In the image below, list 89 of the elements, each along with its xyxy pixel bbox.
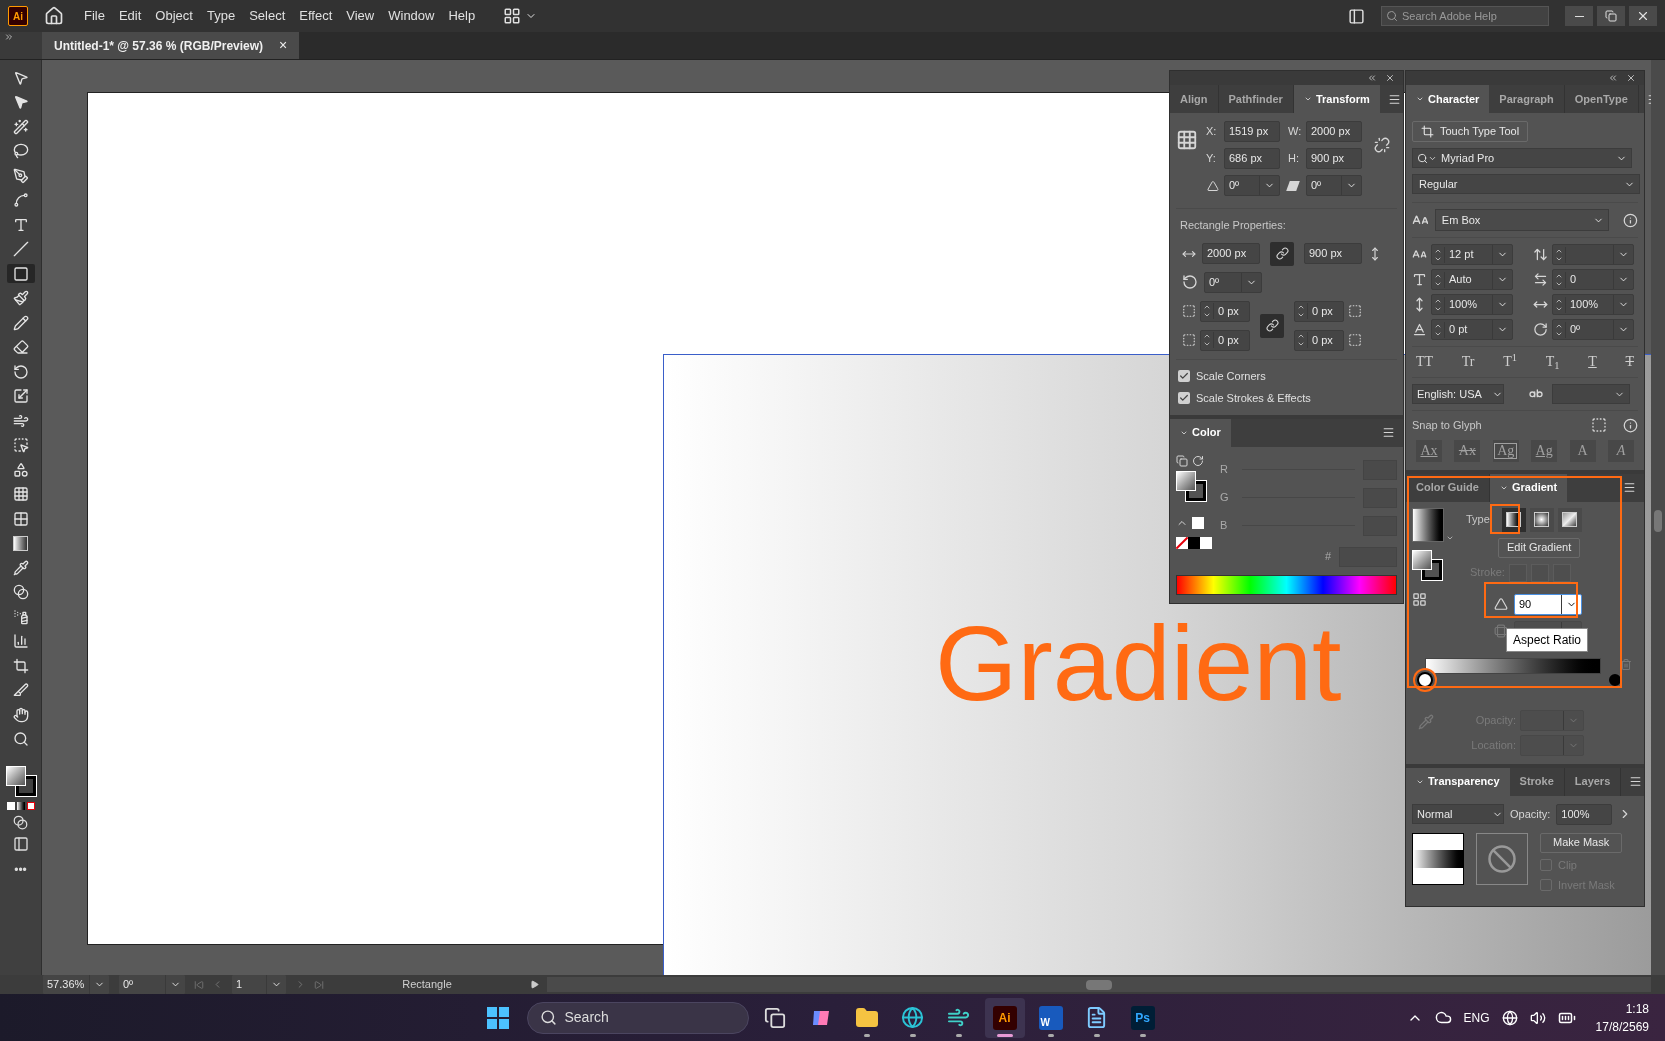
input-field[interactable]: 0º [1552, 319, 1634, 340]
text-style-button[interactable]: T$^{1}$ [1503, 355, 1517, 369]
app-logo: Ai [8, 6, 28, 26]
input-field[interactable]: 2000 px [1202, 243, 1260, 264]
menu-item[interactable]: Effect [299, 6, 333, 26]
input-field[interactable]: 0 pt [1431, 319, 1513, 340]
input-field[interactable]: Auto [1431, 269, 1513, 290]
field-label: Opacity: [1510, 806, 1551, 822]
status-text: Rectangle [401, 977, 453, 993]
input-field[interactable]: 90 [1514, 593, 1582, 615]
input-field[interactable]: 2000 px [1306, 121, 1362, 142]
taskbar-app[interactable]: Ai [984, 997, 1025, 1038]
text-style-button[interactable]: TT [1416, 355, 1434, 369]
panel-tab[interactable]: Transparency [1406, 767, 1510, 796]
menu-item[interactable]: Window [388, 6, 435, 26]
text-style-button[interactable]: Tr [1461, 355, 1475, 369]
em-box-dropdown[interactable]: Em Box [1434, 209, 1610, 231]
channel-label: B [1220, 518, 1229, 534]
panel-tab[interactable]: Paragraph [1489, 85, 1565, 113]
menu-item[interactable]: Help [448, 6, 476, 26]
font-field[interactable]: Myriad Pro [1412, 148, 1632, 168]
input-field[interactable]: 1519 px [1224, 121, 1280, 142]
panel-tab[interactable]: Color [1170, 418, 1231, 447]
channel-label: R [1220, 462, 1229, 478]
input-field[interactable]: 0 [1552, 269, 1634, 290]
input-field[interactable]: 0 px [1294, 329, 1344, 351]
blend-mode-dropdown[interactable]: Normal [1412, 804, 1504, 824]
panel-tab[interactable]: Transform [1293, 85, 1380, 113]
panel-tab[interactable]: Pathfinder [1218, 85, 1294, 113]
input-field[interactable]: 0 px [1200, 329, 1250, 351]
input-field[interactable]: 686 px [1224, 148, 1280, 169]
menu-item[interactable]: View [346, 6, 375, 26]
input-field[interactable]: 0º [1204, 271, 1262, 293]
input-field[interactable]: 900 px [1304, 243, 1362, 264]
document-tab[interactable]: Untitled-1* @ 57.36 % (RGB/Preview) × [42, 32, 300, 59]
make-mask-button[interactable]: Make Mask [1540, 832, 1623, 853]
hex-label: # [1324, 549, 1331, 565]
app-logo: W [1038, 1005, 1063, 1030]
edit-gradient-button[interactable]: Edit Gradient [1498, 537, 1581, 558]
text-style-button[interactable]: T [1588, 355, 1597, 369]
snap-option[interactable]: Ag [1494, 442, 1518, 459]
menu-item[interactable]: Edit [118, 6, 142, 26]
font-style-dropdown[interactable]: Regular [1412, 174, 1640, 194]
panel-tab[interactable]: Color Guide [1406, 473, 1490, 502]
taskbar-app[interactable]: Ps [1122, 997, 1163, 1038]
panel-tab[interactable]: Align [1170, 85, 1219, 113]
text-style-button[interactable]: T [1625, 355, 1634, 369]
input-field[interactable]: 100% [1556, 803, 1613, 825]
channel-label: G [1220, 490, 1230, 506]
menu-item[interactable]: Type [206, 6, 236, 26]
taskbar-app[interactable]: W [1030, 997, 1071, 1038]
panel-tab[interactable]: Gradient [1489, 473, 1568, 502]
tab-close[interactable]: × [279, 35, 288, 56]
checkbox-label: Scale Corners [1196, 368, 1266, 384]
field-label: H: [1288, 151, 1300, 167]
menu-item[interactable]: Select [249, 6, 286, 26]
panel-tab[interactable]: Character [1406, 85, 1490, 113]
panel-tab[interactable]: Layers [1564, 767, 1622, 796]
text-style-button[interactable]: T$_{1}$ [1545, 355, 1560, 369]
input-field[interactable]: 900 px [1306, 148, 1362, 169]
panel-tab[interactable]: Stroke [1509, 767, 1565, 796]
field-label: Y: [1206, 151, 1217, 167]
taskbar-search[interactable]: Search [526, 1001, 749, 1034]
menu-item[interactable]: Object [155, 6, 193, 26]
field-label: W: [1288, 124, 1302, 140]
input-field[interactable]: 0 px [1200, 300, 1250, 322]
language-indicator[interactable]: ENG [1463, 1008, 1490, 1027]
language-dropdown[interactable]: English: USA [1412, 384, 1504, 404]
snap-label: Snap to Glyph [1412, 418, 1483, 433]
clock-time[interactable]: 1:18 [1625, 999, 1649, 1018]
type-label: Type [1466, 512, 1490, 528]
input-field[interactable]: 12 pt [1431, 244, 1513, 265]
clock-date[interactable]: 17/8/2569 [1595, 1017, 1649, 1036]
input-field[interactable]: 0º [1306, 175, 1362, 196]
checkbox-label: Scale Strokes & Effects [1196, 391, 1311, 406]
app-logo: Ai [992, 1005, 1017, 1030]
field-label: X: [1206, 124, 1218, 140]
input-field[interactable]: 100% [1431, 294, 1513, 315]
input-field[interactable]: 100% [1552, 294, 1634, 315]
input-field[interactable]: 0 px [1294, 300, 1344, 322]
tooltip: Aspect Ratio [1506, 627, 1589, 652]
touch-type-button[interactable]: Touch Type Tool [1412, 121, 1529, 142]
more-tools[interactable]: ••• [14, 861, 27, 879]
section-title: Rectangle Properties: [1179, 218, 1287, 233]
app-logo: Ps [1130, 1005, 1155, 1030]
menu-item[interactable]: File [84, 6, 105, 26]
input-field[interactable]: 0º [1224, 175, 1280, 196]
help-search-field[interactable]: Search Adobe Help [1381, 6, 1549, 26]
panel-tab[interactable]: OpenType [1564, 85, 1639, 113]
